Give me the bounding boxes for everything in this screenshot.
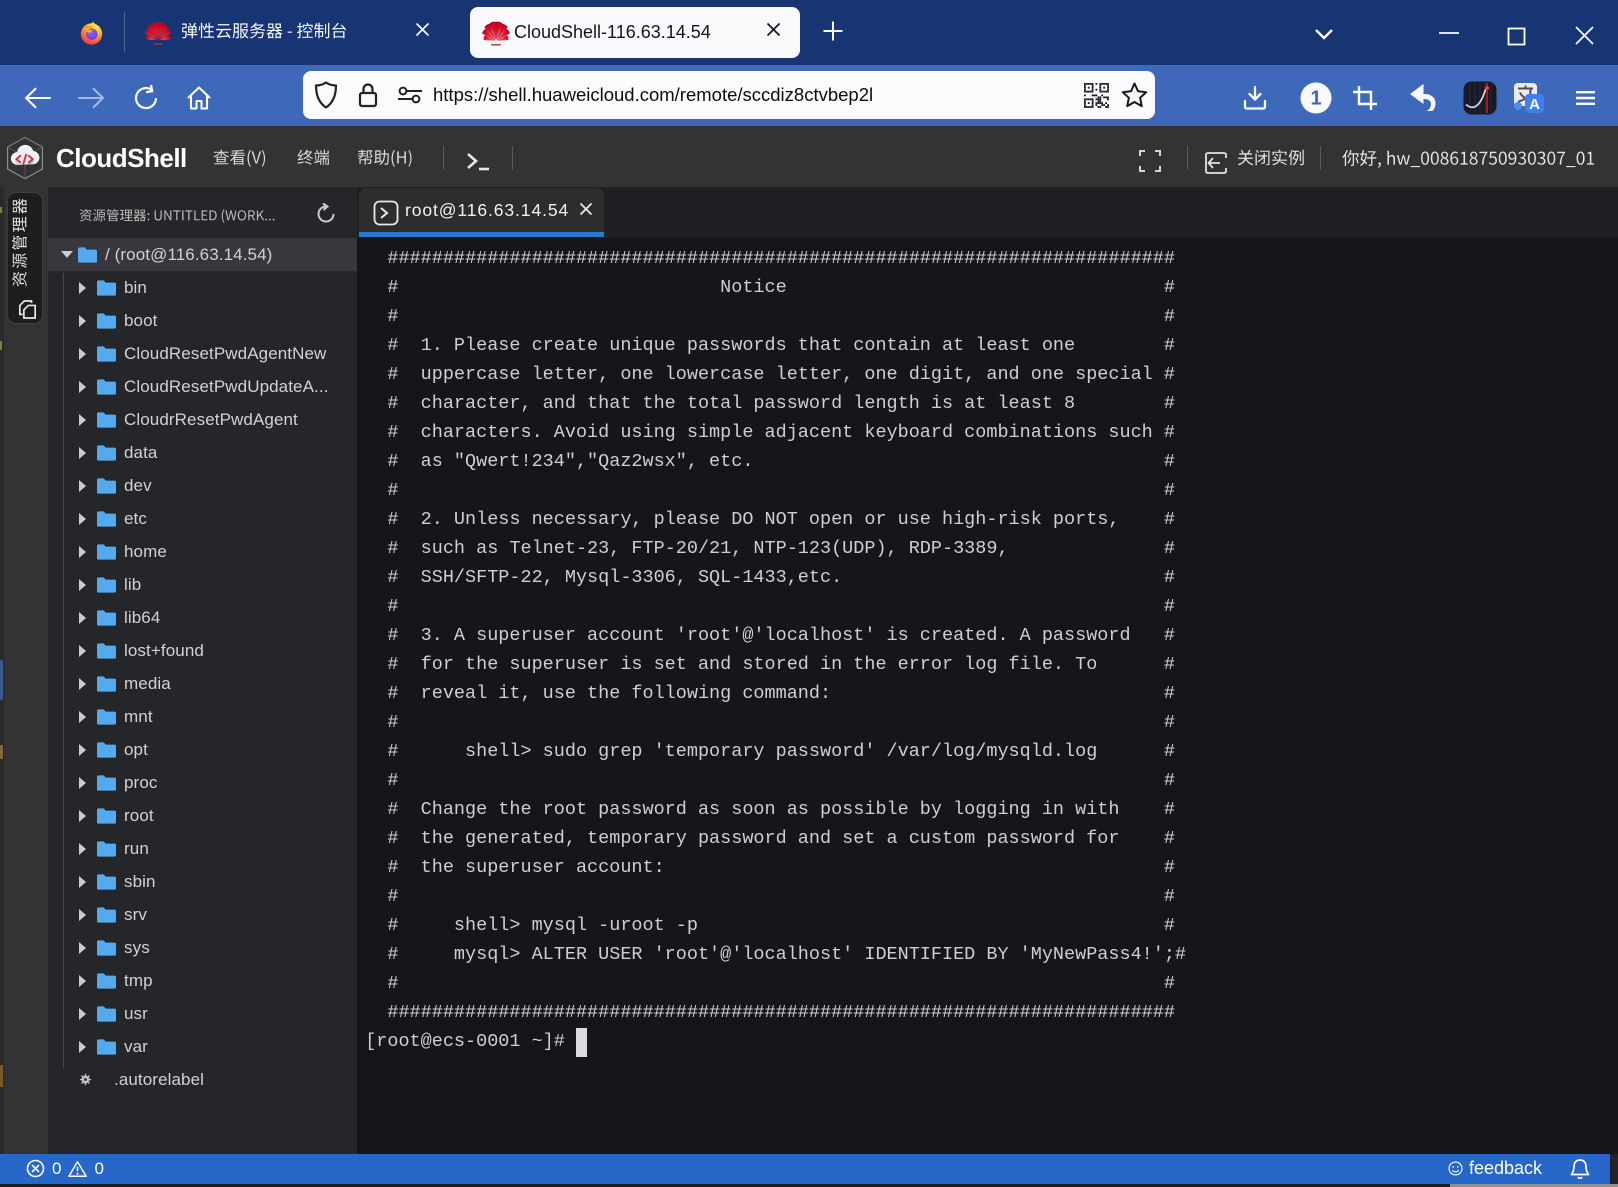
svg-text:A: A bbox=[1529, 96, 1540, 113]
svg-text:1: 1 bbox=[1310, 87, 1321, 109]
